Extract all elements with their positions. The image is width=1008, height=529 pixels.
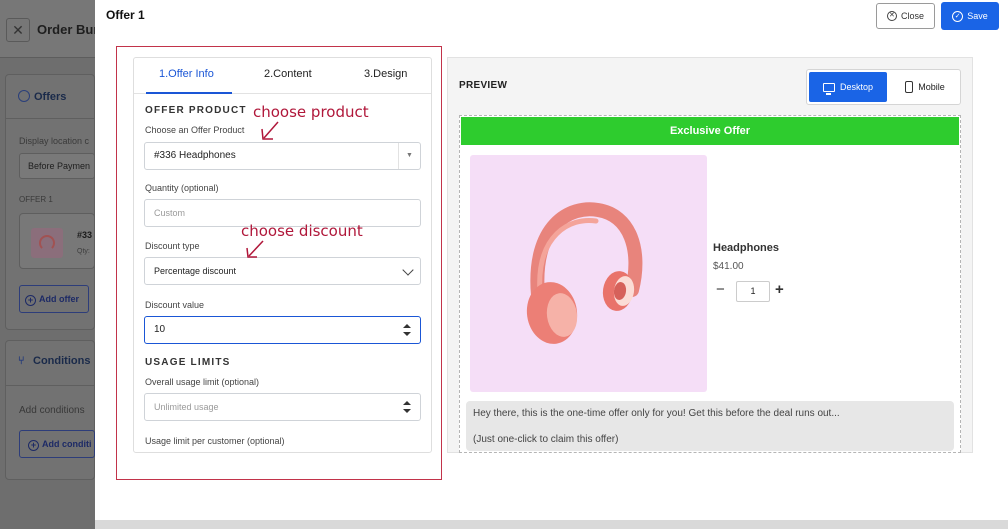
phone-icon — [905, 81, 914, 93]
offer-product-select[interactable]: #336 Headphones ▼ — [144, 142, 421, 170]
offer-product-heading: OFFER PRODUCT — [145, 105, 247, 116]
annotation-arrow-icon — [246, 240, 264, 258]
branch-icon: ⑂ — [18, 355, 25, 367]
divider — [5, 385, 95, 386]
offers-section-title: Offers — [18, 90, 66, 103]
tab-bar: 1.Offer Info 2.Content 3.Design — [134, 58, 431, 94]
choose-product-label: Choose an Offer Product — [145, 125, 245, 135]
offer-item-qty: Qty: — [77, 248, 90, 255]
per-customer-usage-input[interactable] — [144, 452, 421, 453]
offer-item-id: #33 — [77, 230, 93, 240]
mobile-toggle-button[interactable]: Mobile — [892, 72, 958, 102]
gear-icon — [18, 90, 30, 102]
monitor-icon — [822, 82, 835, 95]
modal-title: Offer 1 — [106, 8, 145, 22]
number-stepper-icon[interactable] — [403, 401, 411, 413]
preview-product-name: Headphones — [713, 242, 780, 254]
close-button[interactable]: ✕ Close — [876, 3, 935, 29]
overall-usage-input[interactable]: Unlimited usage — [144, 393, 421, 421]
display-location-select[interactable]: Before Paymen — [19, 153, 95, 179]
plus-circle-icon: + — [25, 295, 36, 306]
active-tab-indicator — [146, 92, 232, 94]
chevron-down-icon — [402, 264, 414, 276]
plus-icon[interactable]: + — [775, 282, 784, 298]
headphones-icon — [526, 202, 643, 344]
number-stepper-icon[interactable] — [403, 324, 411, 336]
annotation-arrow-icon — [261, 121, 279, 140]
offer-banner: Exclusive Offer — [461, 117, 959, 145]
annotation-choose-discount: choose discount — [241, 222, 363, 240]
save-button[interactable]: ✓ Save — [941, 2, 999, 30]
annotation-choose-product: choose product — [253, 103, 369, 121]
discount-value-label: Discount value — [145, 300, 205, 310]
overall-usage-label: Overall usage limit (optional) — [145, 377, 260, 387]
tab-content[interactable]: 2.Content — [264, 68, 312, 80]
usage-limits-heading: USAGE LIMITS — [145, 357, 231, 368]
caret-down-icon: ▼ — [398, 143, 420, 169]
conditions-section-title: ⑂ Conditions — [18, 355, 91, 367]
desktop-toggle-button[interactable]: Desktop — [809, 72, 887, 102]
close-circle-icon: ✕ — [886, 11, 897, 21]
discount-type-label: Discount type — [145, 241, 200, 251]
discount-value-input[interactable]: 10 — [144, 316, 421, 344]
add-condition-button[interactable]: + Add conditi — [19, 430, 95, 458]
back-close-icon[interactable]: ✕ — [6, 18, 30, 42]
display-location-label: Display location c — [19, 136, 90, 146]
check-circle-icon: ✓ — [952, 10, 964, 22]
preview-quantity-input[interactable]: 1 — [736, 281, 770, 302]
modal-footer-strip — [95, 520, 1008, 529]
offer-message-line2: (Just one-click to claim this offer) — [473, 434, 619, 445]
add-conditions-label: Add conditions — [19, 405, 85, 416]
tab-offer-info[interactable]: 1.Offer Info — [159, 68, 214, 80]
minus-icon[interactable]: − — [716, 282, 725, 298]
plus-circle-icon: + — [28, 440, 39, 451]
add-offer-button[interactable]: + Add offer — [19, 285, 89, 313]
headphones-icon — [39, 235, 55, 251]
per-customer-usage-label: Usage limit per customer (optional) — [145, 436, 285, 446]
tab-design[interactable]: 3.Design — [364, 68, 407, 80]
quantity-label: Quantity (optional) — [145, 183, 219, 193]
preview-title: PREVIEW — [459, 80, 508, 91]
product-image — [470, 155, 707, 392]
offer-group-label: OFFER 1 — [19, 195, 53, 204]
discount-type-select[interactable]: Percentage discount — [144, 257, 421, 285]
divider — [5, 118, 95, 119]
offer-message-line1: Hey there, this is the one-time offer on… — [473, 408, 840, 419]
preview-product-price: $41.00 — [713, 261, 744, 272]
